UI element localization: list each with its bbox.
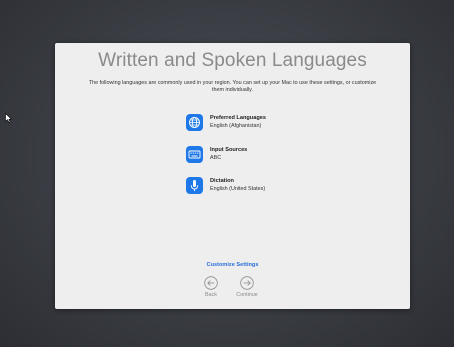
item-value: English (Afghanistan) bbox=[210, 122, 262, 129]
forward-arrow-icon bbox=[240, 276, 254, 290]
continue-button[interactable]: Continue bbox=[232, 276, 262, 304]
mouse-pointer-icon bbox=[5, 113, 12, 123]
back-button[interactable]: Back bbox=[196, 276, 226, 304]
page-title: Written and Spoken Languages bbox=[98, 50, 367, 71]
setup-assistant-panel: Written and Spoken Languages The followi… bbox=[55, 43, 410, 309]
back-label: Back bbox=[205, 292, 217, 298]
back-arrow-icon bbox=[204, 276, 218, 290]
page-description: The following languages are commonly use… bbox=[88, 80, 377, 94]
customize-settings-button[interactable]: Customize Settings bbox=[55, 262, 410, 268]
keyboard-icon bbox=[186, 146, 203, 163]
continue-label: Continue bbox=[236, 292, 258, 298]
item-title: Preferred Languages bbox=[210, 115, 266, 121]
item-value: English (United States) bbox=[210, 185, 266, 192]
dictation-item: Dictation English (United States) bbox=[186, 177, 326, 197]
item-title: Dictation bbox=[210, 178, 234, 184]
preferred-languages-item: Preferred Languages English (Afghanistan… bbox=[186, 114, 326, 134]
item-title: Input Sources bbox=[210, 147, 248, 153]
globe-icon bbox=[186, 114, 203, 131]
microphone-icon bbox=[186, 177, 203, 194]
item-value: ABC bbox=[210, 154, 222, 161]
input-sources-item: Input Sources ABC bbox=[186, 146, 326, 166]
